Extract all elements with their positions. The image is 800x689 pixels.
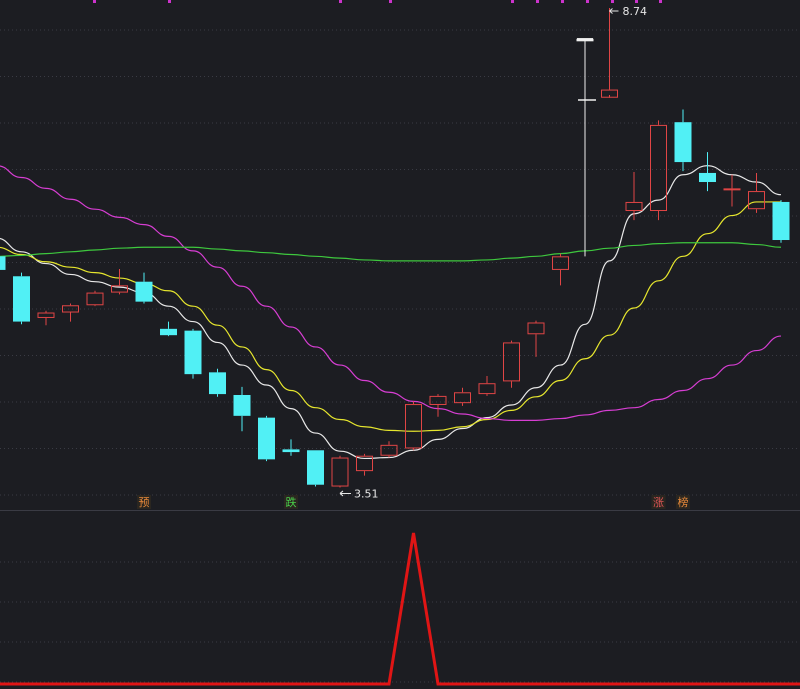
candle: [135, 272, 153, 304]
marker-text: 预: [139, 496, 150, 509]
candle: [699, 152, 716, 192]
ma-white: [0, 165, 782, 460]
candle: [772, 200, 790, 243]
indicator-panel: [0, 532, 800, 686]
candle-body: [674, 122, 692, 163]
candle-body: [552, 256, 569, 270]
top-dot: [168, 0, 171, 3]
candle: [478, 375, 496, 396]
marker-yu: 预: [137, 495, 151, 509]
candle-body: [772, 201, 790, 241]
signal-line: [0, 532, 800, 686]
candle: [258, 415, 275, 462]
candle: [282, 439, 300, 456]
candle: [503, 340, 520, 388]
top-dot: [611, 0, 614, 3]
candle-body: [527, 322, 545, 335]
marker-text: 榜: [678, 495, 689, 509]
candle-body: [478, 383, 496, 395]
top-dot: [659, 0, 662, 3]
moving-average-lines: [0, 165, 782, 460]
high-arrow: [609, 8, 619, 14]
top-marker-dots: [93, 0, 662, 3]
candle: [111, 269, 128, 295]
candle: [0, 256, 6, 270]
marker-die: 跌: [284, 495, 298, 509]
top-dot: [511, 0, 514, 3]
marker-text: 涨: [653, 496, 664, 509]
candle-body: [37, 312, 55, 318]
candle: [601, 8, 618, 98]
candle: [86, 290, 104, 307]
high-price-label: 8.74: [623, 5, 648, 18]
top-dot: [586, 0, 589, 3]
candle-body: [625, 201, 643, 212]
candle: [307, 450, 324, 487]
candle: [184, 328, 202, 379]
candle: [576, 38, 594, 257]
low-price-label: 3.51: [354, 487, 379, 500]
candle-body: [331, 457, 349, 487]
candle-body: [184, 330, 202, 375]
candle: [552, 253, 569, 286]
candle-body: [429, 395, 447, 405]
signal-markers: 预跌涨榜: [137, 495, 690, 509]
candle-body: [723, 188, 741, 191]
marker-text: 跌: [286, 495, 297, 509]
low-arrow: [339, 490, 351, 497]
candle: [331, 455, 349, 488]
candle-body: [135, 281, 153, 302]
candle-body: [86, 292, 104, 306]
candle: [527, 320, 545, 357]
candle: [209, 368, 226, 397]
top-dot: [561, 0, 564, 3]
candle-body: [233, 394, 251, 416]
top-dot: [93, 0, 96, 3]
top-dot: [389, 0, 392, 3]
candle-body: [282, 449, 300, 453]
candle: [160, 321, 177, 337]
candle: [723, 174, 741, 207]
candle: [13, 272, 30, 325]
ma-yellow: [0, 201, 781, 432]
candle: [429, 394, 447, 417]
ma-green: [0, 242, 782, 262]
candle-body: [0, 256, 6, 270]
top-dot: [635, 0, 638, 3]
candle: [37, 310, 55, 326]
candle-body: [258, 417, 275, 460]
marker-zhang: 涨: [651, 495, 666, 509]
candle-body: [699, 172, 716, 183]
candle-body: [209, 372, 226, 395]
candle-body: [13, 276, 30, 322]
candle: [674, 109, 692, 172]
candle-body: [160, 328, 177, 336]
top-dot: [339, 0, 342, 3]
candle-body: [380, 444, 398, 456]
candle: [748, 172, 765, 213]
candle-body: [503, 342, 520, 382]
candle: [233, 386, 251, 432]
candle-body: [307, 450, 324, 485]
marker-bang: 榜: [676, 495, 690, 509]
candle: [454, 387, 471, 406]
candle-body: [454, 392, 471, 404]
candle: [650, 120, 667, 221]
price-annotations: 8.74 3.51: [339, 5, 648, 500]
candle: [405, 401, 422, 451]
candle: [62, 303, 79, 322]
top-dot: [536, 0, 539, 3]
candle: [380, 441, 398, 458]
candle-body: [405, 404, 422, 449]
candlestick-chart: 8.74 3.51 预 跌 涨 榜: [0, 0, 800, 686]
candle-body: [748, 191, 765, 210]
ma-magenta: [0, 165, 782, 421]
